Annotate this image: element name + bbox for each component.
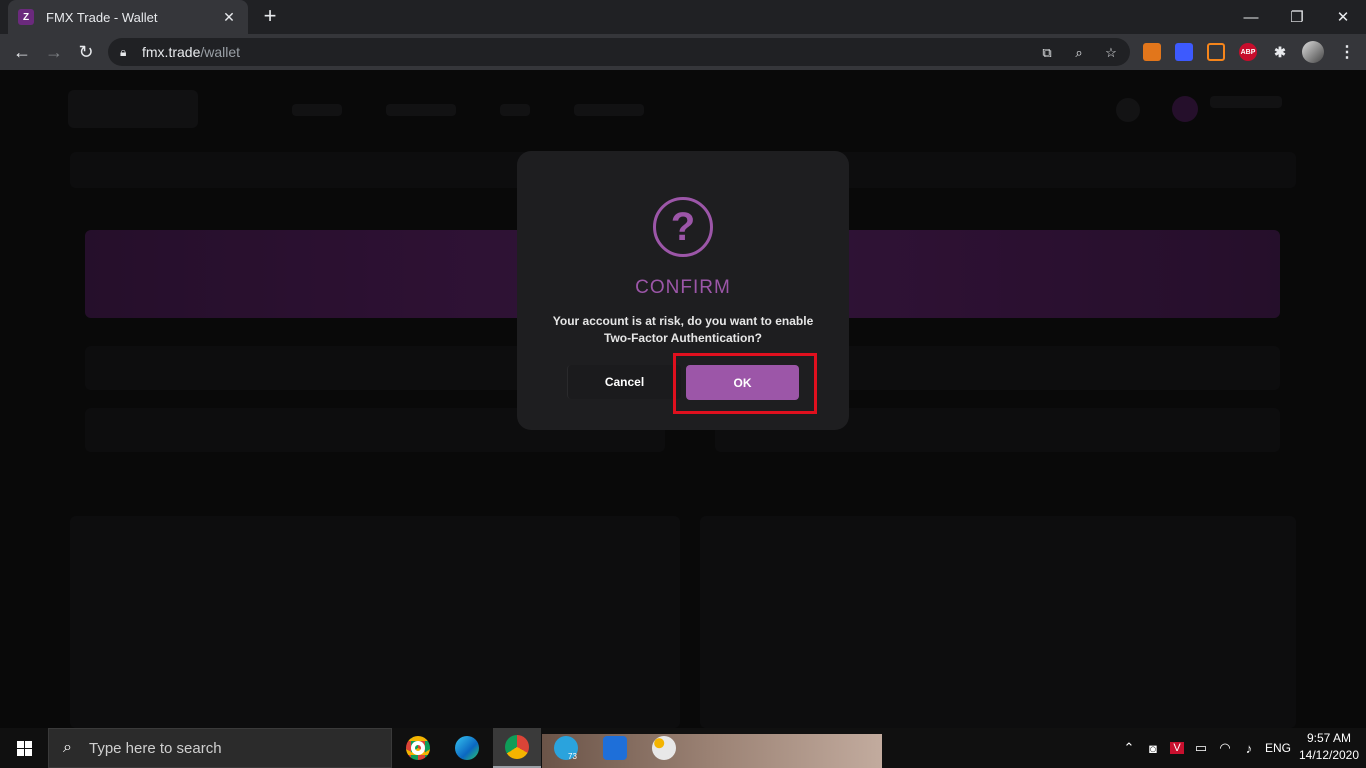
lock-icon: 🔒︎ [120,44,127,59]
meet-now-icon[interactable]: ◙ [1142,728,1164,768]
question-icon: ? [653,197,713,257]
chevron-up-icon[interactable]: ⌃ [1118,728,1140,768]
paint-app[interactable] [640,728,688,768]
browser-tab-strip: Z FMX Trade - Wallet ✕ + — ❐ ✕ [0,0,1366,34]
minimize-icon[interactable]: — [1228,0,1274,34]
profile-avatar[interactable] [1302,41,1324,63]
address-bar[interactable]: 🔒︎ fmx.trade/wallet ⧉ ⌕ ☆ [108,38,1130,66]
extension-flag-icon[interactable] [1175,43,1193,61]
translate-icon[interactable]: ⧉ [1038,44,1056,62]
taskbar-search[interactable]: ⌕ Type here to search [48,728,392,768]
search-icon: ⌕ [63,739,72,756]
cancel-button[interactable]: Cancel [567,365,681,399]
clock-time: 9:57 AM [1306,731,1352,745]
vpn-icon[interactable]: V [1166,728,1188,768]
zoom-icon[interactable]: ⌕ [1070,44,1088,62]
paint-palette-icon [652,736,676,760]
ok-button-highlight [673,353,817,414]
remote-desktop-app[interactable] [591,728,639,768]
taskbar-clock[interactable]: 9:57 AM 14/12/2020 [1296,730,1362,764]
menu-kebab-icon[interactable]: ⋮ [1338,43,1356,61]
windows-taskbar: ⌕ Type here to search 73 ⌃ ◙ V ▭ ◠ ♪ ENG… [0,728,1366,768]
url-path: /wallet [200,44,241,60]
fmx-favicon-icon: Z [18,9,34,25]
extensions-puzzle-icon[interactable]: ✱ [1271,43,1289,61]
dialog-message: Your account is at risk, do you want to … [537,313,829,347]
adblock-plus-icon[interactable]: ABP [1239,43,1257,61]
edge-icon [455,736,479,760]
tab-title: FMX Trade - Wallet [46,9,158,25]
search-placeholder: Type here to search [89,739,222,757]
forward-arrow-icon[interactable]: → [41,39,67,65]
start-button[interactable] [0,728,48,768]
telegram-badge: 73 [568,752,577,761]
dialog-message-line2: Two-Factor Authentication? [604,331,762,345]
language-indicator[interactable]: ENG [1262,728,1294,768]
chrome-icon [406,736,430,760]
reload-icon[interactable]: ↻ [73,39,99,65]
back-arrow-icon[interactable]: ← [9,39,35,65]
wifi-icon[interactable]: ◠ [1214,728,1236,768]
new-tab-icon[interactable]: + [258,5,282,29]
browser-tab[interactable]: Z FMX Trade - Wallet ✕ [8,0,248,34]
bookmark-star-icon[interactable]: ☆ [1102,44,1120,62]
remote-desktop-icon [603,736,627,760]
close-window-icon[interactable]: ✕ [1320,0,1366,34]
telegram-app[interactable]: 73 [542,728,590,768]
chrome-profile-icon [505,735,529,759]
restore-icon[interactable]: ❐ [1274,0,1320,34]
windows-logo-icon [16,740,32,756]
extension-hexagon-icon[interactable] [1207,43,1225,61]
chrome-app[interactable] [394,728,442,768]
url-host: fmx.trade [142,44,201,60]
dialog-title: CONFIRM [635,277,731,298]
clock-date: 14/12/2020 [1298,748,1360,762]
close-tab-icon[interactable]: ✕ [220,9,238,26]
volume-icon[interactable]: ♪ [1238,728,1260,768]
dialog-message-line1: Your account is at risk, do you want to … [552,314,814,328]
chrome-profile-app[interactable] [493,728,541,768]
edge-app[interactable] [443,728,491,768]
metamask-extension-icon[interactable] [1143,43,1161,61]
battery-icon[interactable]: ▭ [1190,728,1212,768]
